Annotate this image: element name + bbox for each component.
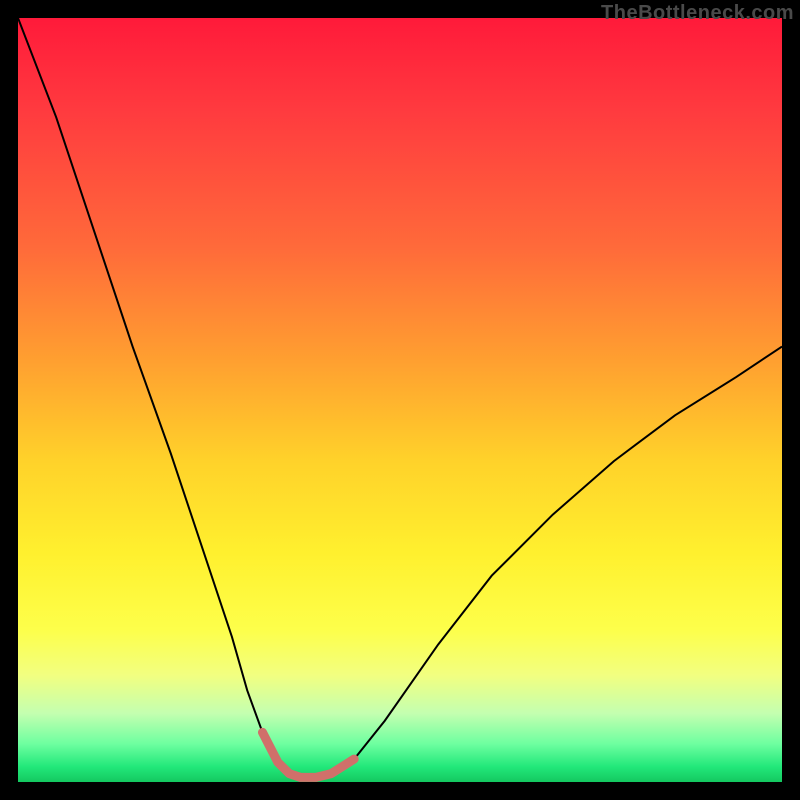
series-bottleneck-curve (18, 18, 782, 777)
chart-frame: TheBottleneck.com (0, 0, 800, 800)
watermark-text: TheBottleneck.com (601, 2, 794, 25)
curve-layer (18, 18, 782, 777)
chart-svg (18, 18, 782, 782)
series-optimal-range-marker (262, 732, 354, 777)
